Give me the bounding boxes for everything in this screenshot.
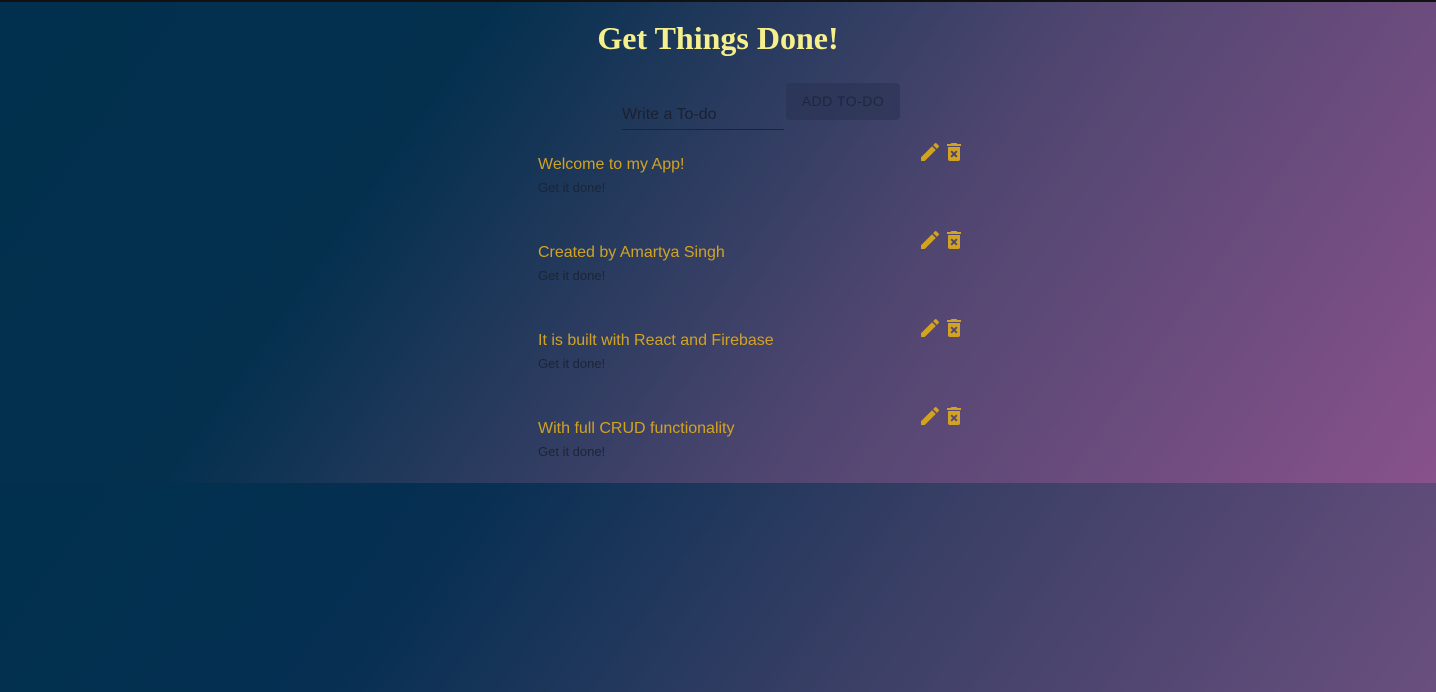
todo-item: With full CRUD functionality Get it done… bbox=[538, 406, 968, 490]
todo-item: It is built with React and Firebase Get … bbox=[538, 318, 968, 402]
add-todo-button[interactable]: ADD TO-DO bbox=[786, 83, 900, 120]
todo-subtitle: Get it done! bbox=[538, 444, 606, 459]
page-background bbox=[0, 483, 1436, 692]
todo-title: Created by Amartya Singh bbox=[538, 244, 725, 261]
todo-subtitle: Get it done! bbox=[538, 180, 606, 195]
pencil-icon[interactable] bbox=[918, 404, 942, 428]
pencil-icon[interactable] bbox=[918, 228, 942, 252]
page-title: Get Things Done! bbox=[597, 20, 839, 56]
trash-icon[interactable] bbox=[942, 140, 966, 164]
todo-subtitle: Get it done! bbox=[538, 268, 606, 283]
todo-title: Welcome to my App! bbox=[538, 156, 685, 173]
trash-icon[interactable] bbox=[942, 404, 966, 428]
todo-title: It is built with React and Firebase bbox=[538, 332, 774, 349]
todo-item: Created by Amartya Singh Get it done! bbox=[538, 230, 968, 314]
todo-item: Welcome to my App! Get it done! bbox=[538, 142, 968, 226]
todo-subtitle: Get it done! bbox=[538, 356, 606, 371]
pencil-icon[interactable] bbox=[918, 316, 942, 340]
app-panel bbox=[0, 2, 1436, 483]
todo-title: With full CRUD functionality bbox=[538, 420, 735, 437]
trash-icon[interactable] bbox=[942, 316, 966, 340]
trash-icon[interactable] bbox=[942, 228, 966, 252]
todo-input[interactable] bbox=[622, 100, 784, 130]
pencil-icon[interactable] bbox=[918, 140, 942, 164]
